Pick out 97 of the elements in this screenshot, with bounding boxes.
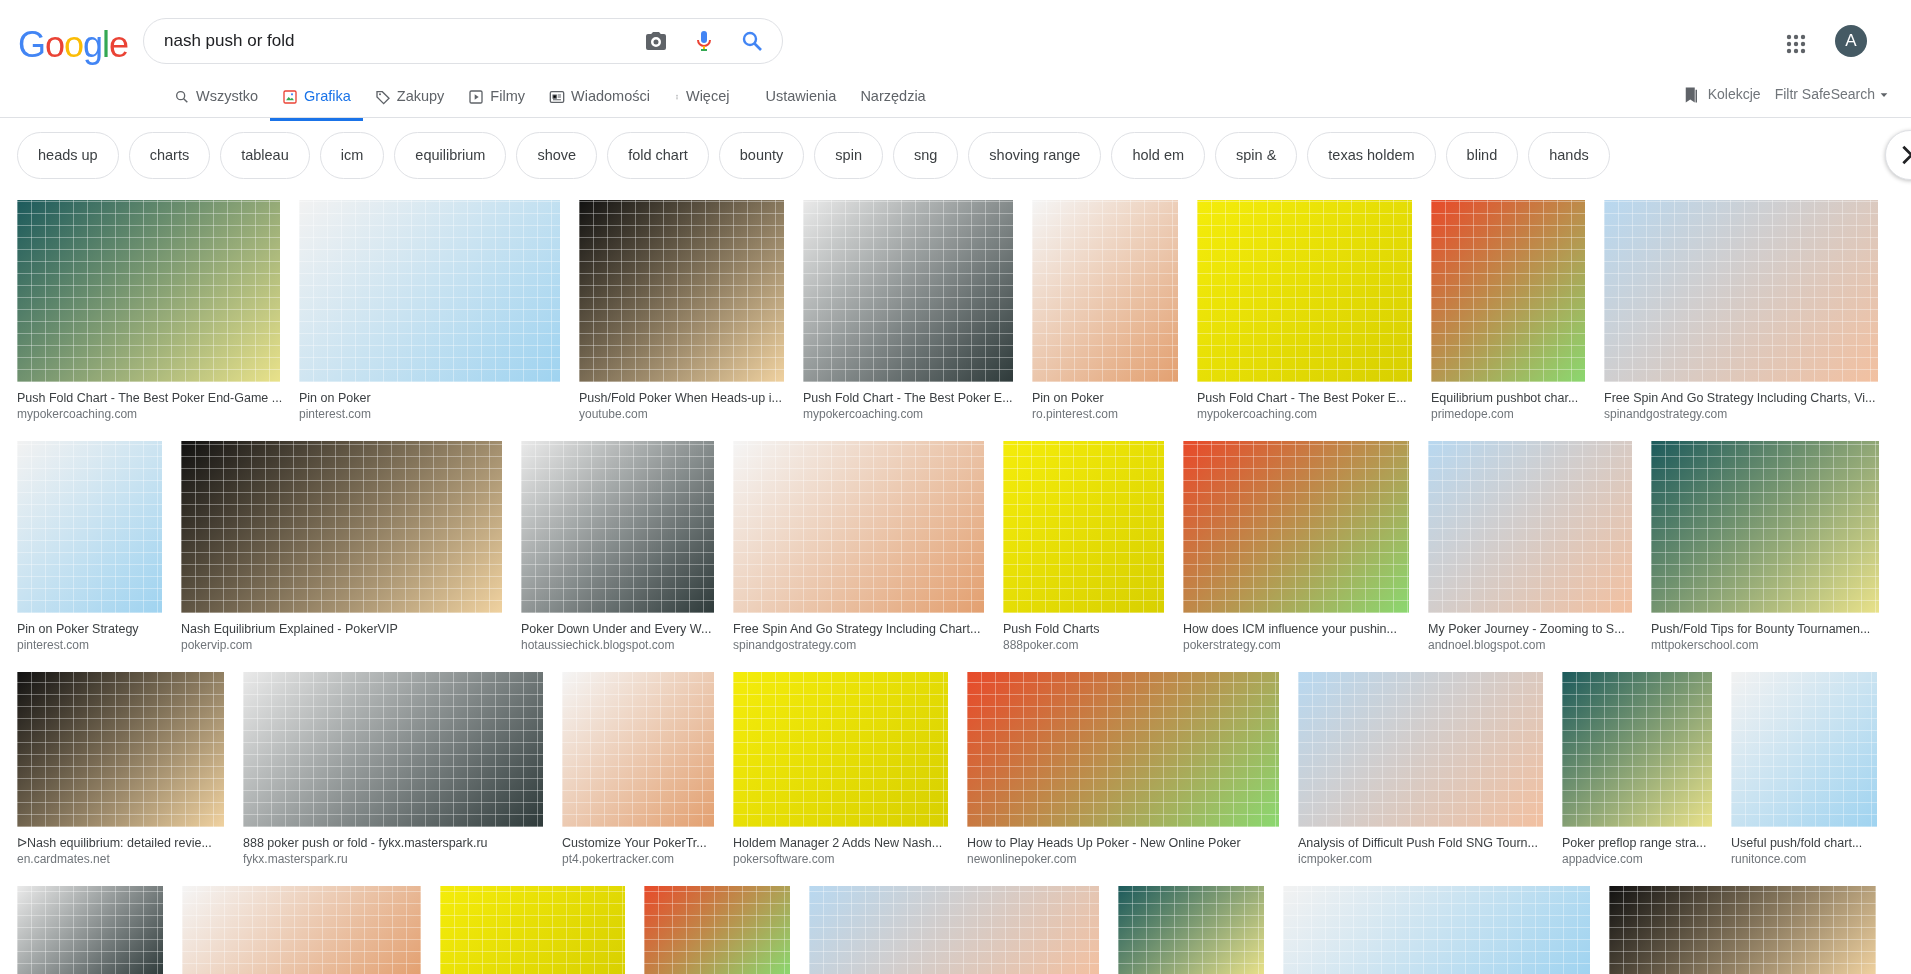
result-title[interactable]: Holdem Manager 2 Adds New Nash...: [733, 835, 948, 852]
suggestion-chip[interactable]: tableau: [220, 132, 310, 179]
result-title[interactable]: Pin on Poker: [299, 390, 560, 407]
result-source: spinandgostrategy.com: [733, 637, 858, 655]
result-source: mypokercoaching.com: [803, 406, 925, 424]
search-field[interactable]: nash push or fold: [162, 27, 644, 55]
chart-image[interactable]: [17, 672, 224, 828]
result-source: youtube.com: [579, 406, 649, 424]
result-title[interactable]: Pin on Poker: [1032, 390, 1178, 407]
result-source: fykx.masterspark.ru: [243, 851, 349, 869]
result-title[interactable]: Analysis of Difficult Push Fold SNG Tourn...: [1298, 835, 1543, 852]
news-icon: [549, 88, 565, 105]
chart-image[interactable]: [1562, 672, 1712, 828]
image-icon: [282, 88, 299, 105]
result-source: pokervip.com: [181, 637, 254, 655]
suggestion-chip[interactable]: blind: [1445, 132, 1519, 179]
result-title[interactable]: How does ICM influence your pushin...: [1183, 621, 1409, 638]
chart-image[interactable]: [521, 441, 714, 614]
result-source: newonlinepoker.com: [967, 851, 1078, 869]
result-source: hotaussiechick.blogspot.com: [521, 637, 676, 655]
apps-grid-icon: [1784, 32, 1808, 56]
nav-tab[interactable]: Filmy: [456, 80, 537, 121]
chart-image[interactable]: [17, 200, 280, 382]
nav-tab[interactable]: Wiadomości: [537, 80, 662, 121]
result-title[interactable]: Push Fold Charts: [1003, 621, 1164, 638]
suggestion-chip[interactable]: spin &: [1215, 132, 1298, 179]
suggestion-chip[interactable]: charts: [128, 132, 211, 179]
search-icon: [740, 29, 764, 53]
suggestion-chip[interactable]: fold chart: [607, 132, 709, 179]
result-source: appadvice.com: [1562, 851, 1644, 869]
suggestion-chip[interactable]: icm: [319, 132, 385, 179]
result-source: pinterest.com: [299, 406, 373, 424]
result-source: 888poker.com: [1003, 637, 1080, 655]
result-title[interactable]: Free Spin And Go Strategy Including Charts, Vi...: [1604, 390, 1878, 407]
result-title[interactable]: Equilibrium pushbot char...: [1431, 390, 1585, 407]
nav-tab[interactable]: Więcej: [661, 80, 742, 121]
nav-tab[interactable]: Zakupy: [362, 80, 457, 121]
result-source: mypokercoaching.com: [1197, 406, 1319, 424]
result-title[interactable]: Push/Fold Poker When Heads-up i...: [579, 390, 784, 407]
result-title[interactable]: Free Spin And Go Strategy Including Chart...: [733, 621, 984, 638]
result-source: icmpoker.com: [1298, 851, 1374, 869]
nav-tab[interactable]: Grafika: [270, 80, 363, 121]
search-icon: [174, 88, 190, 105]
chart-image[interactable]: [803, 200, 1013, 382]
nav-tab[interactable]: Wszystko: [162, 80, 271, 121]
chart-image[interactable]: [1609, 886, 1876, 974]
result-source: primedope.com: [1431, 406, 1515, 424]
tools-link[interactable]: Narzędzia: [848, 80, 938, 121]
chart-image[interactable]: [243, 672, 543, 828]
result-source: andnoel.blogspot.com: [1428, 637, 1547, 655]
result-title[interactable]: Poker Down Under and Every W...: [521, 621, 714, 638]
user-avatar[interactable]: A: [1835, 25, 1867, 57]
result-source: spinandgostrategy.com: [1604, 406, 1729, 424]
result-source: mypokercoaching.com: [17, 406, 139, 424]
tools-link[interactable]: Ustawienia: [753, 80, 849, 121]
result-source: pinterest.com: [17, 637, 91, 655]
chart-image[interactable]: [181, 441, 502, 614]
safesearch-dropdown[interactable]: Filtr SafeSearch: [1774, 84, 1889, 105]
suggestion-chip[interactable]: sng: [892, 132, 959, 179]
chart-image[interactable]: [1118, 886, 1264, 974]
play-icon: [468, 88, 485, 105]
collections-link[interactable]: Kolekcje: [1681, 84, 1761, 105]
result-title[interactable]: Push Fold Chart - The Best Poker E...: [803, 390, 1013, 407]
result-title[interactable]: Push Fold Chart - The Best Poker E...: [1197, 390, 1412, 407]
result-title[interactable]: ᐅNash equilibrium: detailed revie...: [17, 835, 224, 852]
result-title[interactable]: Poker preflop range stra...: [1562, 835, 1712, 852]
chart-image[interactable]: [1651, 441, 1879, 614]
suggestion-chip[interactable]: heads up: [17, 132, 119, 179]
result-source: en.cardmates.net: [17, 851, 111, 869]
result-title[interactable]: 888 poker push or fold - fykx.masterspark.ru: [243, 835, 543, 852]
chart-image[interactable]: [579, 200, 784, 382]
suggestion-chip[interactable]: texas holdem: [1307, 132, 1436, 179]
result-source: ro.pinterest.com: [1032, 406, 1120, 424]
suggestion-chip[interactable]: spin: [814, 132, 883, 179]
result-title[interactable]: Push Fold Chart - The Best Poker End-Game ...: [17, 390, 280, 407]
result-source: runitonce.com: [1731, 851, 1808, 869]
result-title[interactable]: Nash Equilibrium Explained - PokerVIP: [181, 621, 502, 638]
result-source: mttpokerschool.com: [1651, 637, 1760, 655]
result-title[interactable]: Customize Your PokerTr...: [562, 835, 714, 852]
camera-icon: [644, 29, 668, 53]
tag-icon: [374, 88, 391, 105]
suggestion-chip[interactable]: bounty: [718, 132, 805, 179]
result-title[interactable]: Push/Fold Tips for Bounty Tournamen...: [1651, 621, 1879, 638]
result-title[interactable]: Pin on Poker Strategy: [17, 621, 162, 638]
result-source: pokerstrategy.com: [1183, 637, 1282, 655]
suggestion-chip[interactable]: shoving range: [968, 132, 1102, 179]
result-title[interactable]: My Poker Journey - Zooming to S...: [1428, 621, 1632, 638]
result-source: pt4.pokertracker.com: [562, 851, 676, 869]
suggestion-chip[interactable]: hands: [1528, 132, 1610, 179]
google-logo[interactable]: Google: [18, 18, 129, 72]
result-source: pokersoftware.com: [733, 851, 836, 869]
suggestion-chip[interactable]: shove: [516, 132, 598, 179]
suggestion-chip[interactable]: hold em: [1111, 132, 1206, 179]
result-title[interactable]: Useful push/fold chart...: [1731, 835, 1877, 852]
result-title[interactable]: How to Play Heads Up Poker - New Online Poker: [967, 835, 1279, 852]
suggestion-chip[interactable]: equilibrium: [394, 132, 507, 179]
chart-image[interactable]: [17, 886, 163, 974]
